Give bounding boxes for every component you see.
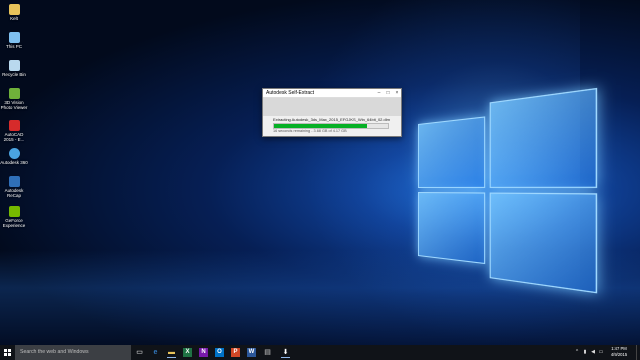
self-extract-dialog: Autodesk Self-Extract – □ × Extracting A…	[262, 88, 402, 137]
logo-pane	[418, 192, 486, 265]
download-icon[interactable]: ⬇	[281, 348, 290, 358]
extracting-text: Extracting Autodesk_3ds_Max_2015_EFGJKS_…	[273, 117, 390, 122]
autodesk-360-icon	[8, 148, 20, 159]
maximize-button[interactable]: □	[384, 89, 392, 97]
notifications-icon[interactable]: ▭	[598, 349, 604, 356]
desktop-icon-autodesk-360[interactable]: Autodesk 360	[0, 148, 28, 165]
3d-vision-icon	[8, 88, 20, 99]
logo-pane	[489, 87, 598, 188]
task-view-icon[interactable]: ▭	[135, 348, 144, 357]
volume-icon[interactable]: ◀	[590, 349, 596, 356]
recap-icon	[8, 176, 20, 187]
excel-icon[interactable]: X	[183, 348, 192, 357]
autocad-icon	[8, 120, 20, 131]
windows-start-icon	[4, 349, 11, 356]
desktop-icon-recycle-bin[interactable]: Recycle Bin	[0, 60, 28, 77]
desktop-icon-kelt[interactable]: Kelt	[0, 4, 28, 21]
logo-pane	[489, 192, 598, 294]
onenote-icon[interactable]: N	[199, 348, 208, 357]
desktop-icon-geforce[interactable]: GeForce Experience	[0, 206, 28, 228]
desktop-icon-recap[interactable]: Autodesk ReCap	[0, 176, 28, 198]
minimize-button[interactable]: –	[375, 89, 383, 97]
dialog-header-band	[263, 98, 401, 116]
user-folder-icon	[8, 4, 20, 15]
close-button[interactable]: ×	[393, 89, 401, 97]
desktop-icon-3d-vision[interactable]: 3D Vision Photo Viewer	[0, 88, 28, 110]
geforce-icon	[8, 206, 20, 217]
desktop-background: Kelt This PC Recycle Bin 3D Vision Photo…	[0, 0, 640, 345]
tray-chevron-icon[interactable]: ^	[574, 349, 580, 356]
taskbar: Search the web and Windows ▭ e ▬ X N O P…	[0, 345, 640, 360]
dialog-titlebar[interactable]: Autodesk Self-Extract – □ ×	[263, 89, 401, 98]
status-text: 16 seconds remaining - 3.68 GB of 4.17 G…	[273, 129, 347, 133]
search-placeholder: Search the web and Windows	[20, 349, 89, 355]
dialog-title: Autodesk Self-Extract	[266, 90, 315, 96]
file-explorer-icon[interactable]: ▬	[167, 348, 176, 358]
desktop-icon-this-pc[interactable]: This PC	[0, 32, 28, 49]
taskbar-clock[interactable]: 1:47 PM 4/9/2015	[608, 346, 630, 358]
dialog-body: Extracting Autodesk_3ds_Max_2015_EFGJKS_…	[263, 116, 401, 136]
start-button[interactable]	[0, 345, 15, 360]
word-icon[interactable]: W	[247, 348, 256, 357]
clock-date: 4/9/2015	[610, 352, 628, 357]
store-icon[interactable]: ▤	[263, 348, 272, 357]
computer-icon	[8, 32, 20, 43]
progress-fill	[274, 124, 368, 128]
show-desktop-button[interactable]	[636, 345, 640, 360]
desktop-icon-autocad[interactable]: AutoCAD 2015 - E...	[0, 120, 28, 142]
windows-logo-wallpaper	[418, 87, 598, 294]
powerpoint-icon[interactable]: P	[231, 348, 240, 357]
network-icon[interactable]: ▮	[582, 349, 588, 356]
edge-icon[interactable]: e	[151, 348, 160, 357]
search-box[interactable]: Search the web and Windows	[15, 345, 131, 360]
recycle-bin-icon	[8, 60, 20, 71]
outlook-icon[interactable]: O	[215, 348, 224, 357]
logo-pane	[418, 116, 486, 188]
